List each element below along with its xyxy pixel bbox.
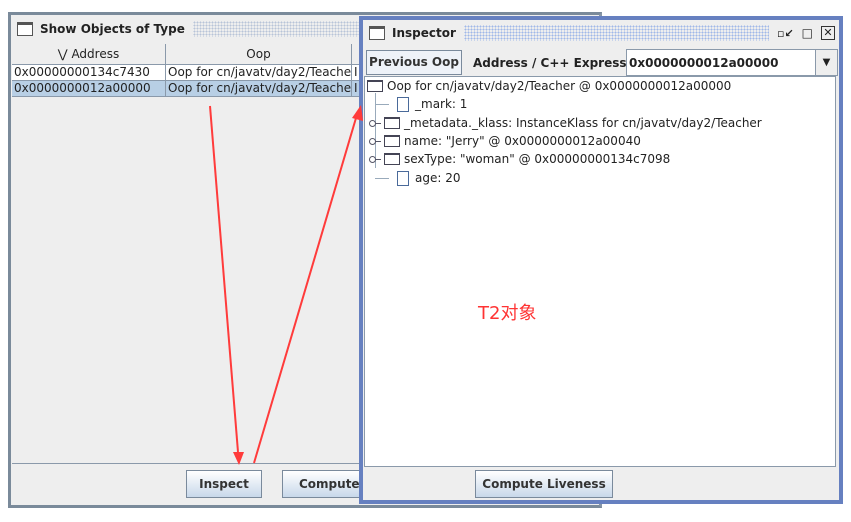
arrowhead-down	[233, 452, 244, 465]
annotation-arrows	[209, 105, 363, 465]
arrowhead-up	[352, 105, 363, 121]
arrow-up	[253, 117, 357, 464]
arrow-down	[209, 105, 239, 453]
